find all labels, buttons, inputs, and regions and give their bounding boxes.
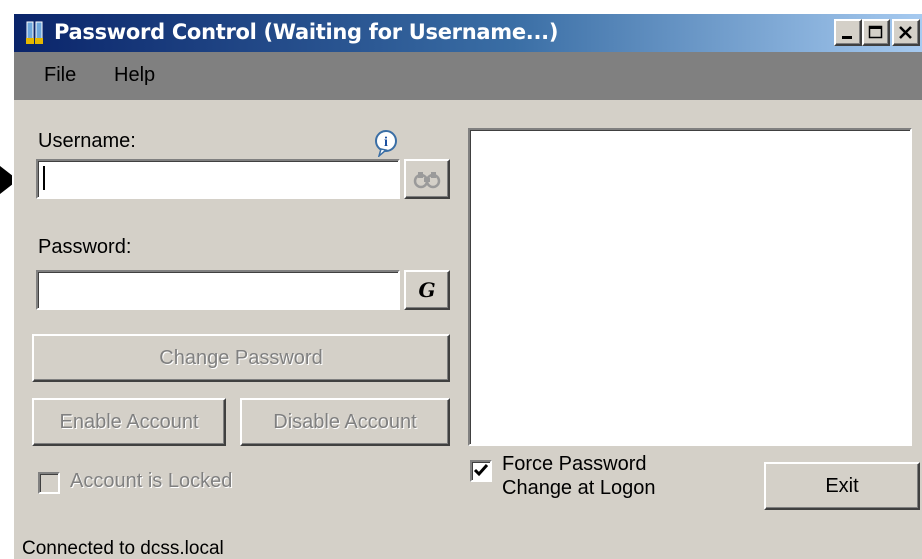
change-password-button[interactable]: Change Password [32, 334, 450, 382]
menu-bar: File Help [14, 52, 922, 100]
text-caret [43, 166, 45, 190]
account-locked-label: Account is Locked [70, 470, 233, 492]
username-field[interactable] [36, 159, 400, 199]
binoculars-icon [413, 172, 441, 189]
title-bar[interactable]: Password Control (Waiting for Username..… [14, 14, 922, 52]
keys-app-icon [26, 21, 43, 44]
maximize-icon [868, 25, 883, 39]
force-password-change-checkbox[interactable] [470, 460, 492, 482]
exit-button[interactable]: Exit [764, 462, 920, 510]
generate-password-button[interactable]: G [404, 270, 450, 310]
password-label: Password: [38, 236, 132, 258]
username-label: Username: [38, 130, 136, 152]
password-input[interactable] [38, 272, 398, 308]
password-field[interactable] [36, 270, 400, 310]
info-icon[interactable]: i [373, 129, 399, 157]
svg-text:i: i [384, 135, 388, 150]
minimize-icon [842, 36, 852, 39]
disable-account-button[interactable]: Disable Account [240, 398, 450, 446]
username-input[interactable] [38, 161, 398, 197]
menu-file[interactable]: File [44, 64, 76, 87]
password-control-window: Password Control (Waiting for Username..… [12, 12, 922, 559]
menu-help[interactable]: Help [114, 64, 155, 87]
lookup-user-button[interactable] [404, 159, 450, 199]
close-icon [899, 26, 912, 39]
enable-account-button[interactable]: Enable Account [32, 398, 226, 446]
window-title: Password Control (Waiting for Username..… [54, 20, 559, 44]
force-password-change-label: Force Password Change at Logon [502, 452, 655, 500]
close-button[interactable] [892, 19, 920, 46]
maximize-button[interactable] [862, 19, 890, 46]
output-listbox[interactable] [468, 128, 912, 446]
force-password-line-1: Force Password [502, 453, 647, 475]
minimize-button[interactable] [834, 19, 862, 46]
force-password-line-2: Change at Logon [502, 477, 656, 499]
status-bar-text: Connected to dcss.local [22, 538, 224, 559]
checkmark-icon [473, 464, 489, 477]
account-locked-checkbox[interactable] [38, 472, 60, 494]
